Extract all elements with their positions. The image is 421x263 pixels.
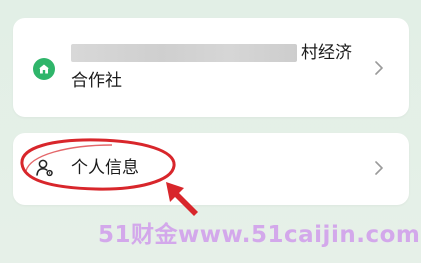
chevron-right-icon [373,160,385,176]
home-icon [33,58,55,80]
organization-name-line2: 合作社 [71,71,122,91]
redacted-name-blur [71,44,297,62]
watermark-text: 51财金www.51caijin.com [98,222,421,248]
person-settings-icon [35,158,55,178]
personal-info-label: 个人信息 [71,158,139,178]
personal-info-row[interactable]: 个人信息 [13,133,409,205]
organization-name-suffix: 村经济 [301,43,352,63]
organization-card[interactable]: 村经济 合作社 [13,18,409,117]
chevron-right-icon [373,60,385,76]
